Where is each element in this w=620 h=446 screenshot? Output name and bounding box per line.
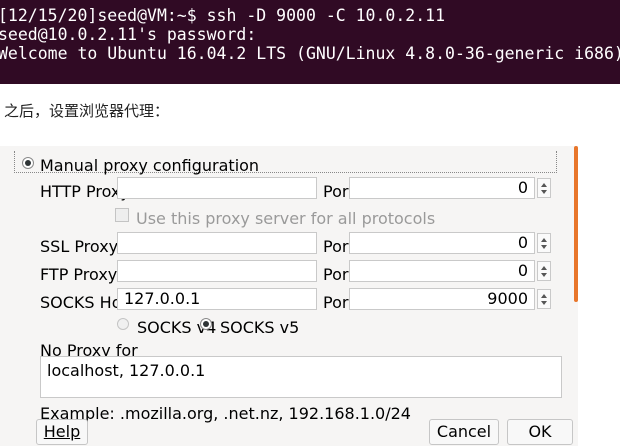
spin-down-icon [541,190,547,194]
http-port-spinner[interactable] [537,178,551,198]
cancel-button[interactable]: Cancel [429,419,499,445]
socks-port-input[interactable]: 9000 [349,288,535,310]
terminal-password-line: seed@10.0.2.11's password: [0,25,257,44]
spin-up-icon [541,266,547,270]
no-proxy-textarea[interactable]: localhost, 127.0.0.1 [40,356,562,398]
use-proxy-all-label: Use this proxy server for all protocols [136,209,436,228]
help-button[interactable]: Help [36,419,88,445]
ssl-port-input[interactable]: 0 [349,232,535,254]
ok-button-label: OK [528,422,552,441]
http-proxy-host-input[interactable] [117,177,317,199]
socks-host-label: SOCKS Host [40,293,137,312]
cancel-button-label: Cancel [436,422,492,441]
http-port-input[interactable]: 0 [349,177,535,199]
dialog-scrollbar[interactable] [574,146,578,302]
ssl-port-spinner[interactable] [537,233,551,253]
spin-up-icon [541,183,547,187]
spin-up-icon [541,238,547,242]
no-proxy-example: Example: .mozilla.org, .net.nz, 192.168.… [40,404,411,423]
no-proxy-value: localhost, 127.0.0.1 [47,361,206,380]
socks-v5-label: SOCKS v5 [220,318,300,337]
ftp-port-input[interactable]: 0 [349,260,535,282]
terminal-command-line: [12/15/20]seed@VM:~$ ssh -D 9000 -C 10.0… [0,6,446,25]
http-proxy-label: HTTP Proxy [40,182,130,201]
help-button-label: Help [43,422,81,441]
socks-v5-radio[interactable] [200,318,212,330]
socks-host-input[interactable]: 127.0.0.1 [117,288,317,310]
spin-down-icon [541,245,547,249]
socks-port-spinner[interactable] [537,289,551,309]
ftp-proxy-label: FTP Proxy [40,265,118,284]
manual-proxy-label: Manual proxy configuration [40,156,260,175]
ok-button[interactable]: OK [507,419,573,445]
instruction-caption: 之后，设置浏览器代理： [4,102,170,120]
terminal-window: [12/15/20]seed@VM:~$ ssh -D 9000 -C 10.0… [0,0,620,84]
terminal-welcome-line: Welcome to Ubuntu 16.04.2 LTS (GNU/Linux… [0,44,620,63]
ssl-proxy-label: SSL Proxy [40,237,119,256]
page-margin [578,146,620,446]
spin-down-icon [541,301,547,305]
ssl-proxy-host-input[interactable] [117,232,317,254]
use-proxy-all-checkbox[interactable] [115,208,129,222]
spin-down-icon [541,273,547,277]
socks-v4-radio[interactable] [117,318,129,330]
ftp-proxy-host-input[interactable] [117,260,317,282]
manual-proxy-radio[interactable] [22,157,34,169]
spin-up-icon [541,294,547,298]
ftp-port-spinner[interactable] [537,261,551,281]
